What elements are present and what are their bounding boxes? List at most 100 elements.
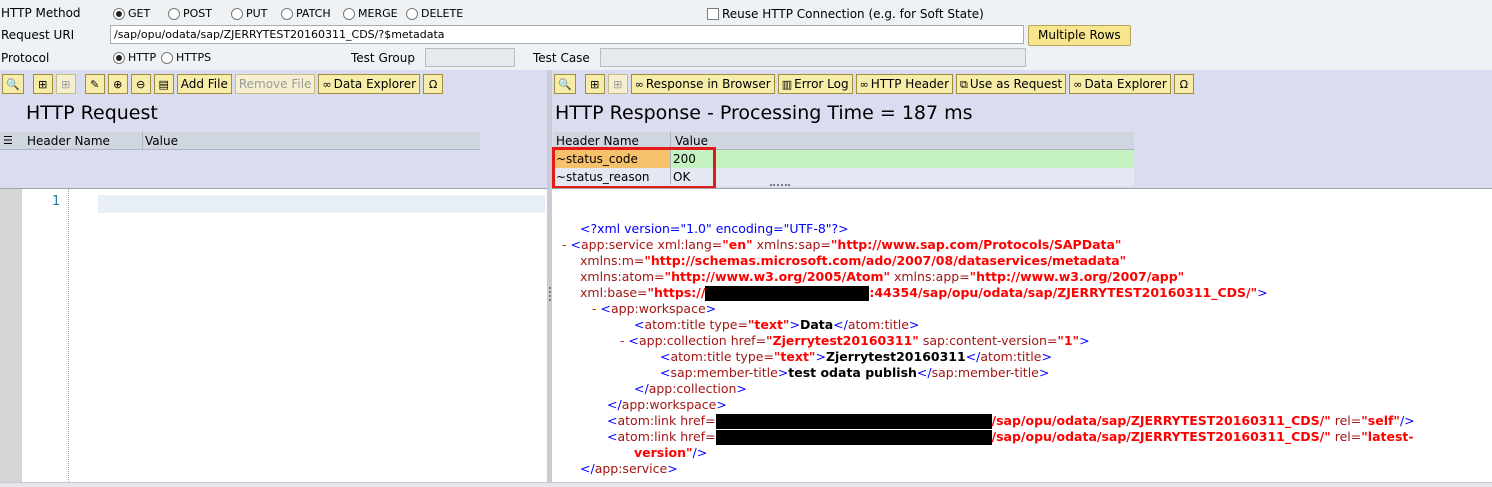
request-col-value: Value: [145, 134, 178, 148]
method-radio-patch[interactable]: PATCH: [281, 7, 331, 20]
response-find-prev-button[interactable]: ⊞: [607, 74, 628, 94]
use-as-request-button[interactable]: ⧉ Use as Request: [956, 74, 1067, 94]
glasses-icon: ∞: [1073, 77, 1083, 91]
xml-atom-link: <atom:link href=/sap/opu/odata/sap/ZJERR…: [607, 413, 1415, 429]
protocol-label: Protocol: [1, 51, 50, 65]
response-col-value: Value: [675, 134, 708, 148]
delete-button[interactable]: ⊖: [130, 74, 151, 94]
xml-collection-close: </app:collection>: [634, 381, 747, 396]
insert-icon: ⊕: [113, 77, 123, 91]
http-method-label: HTTP Method: [1, 6, 81, 20]
method-radio-put[interactable]: PUT: [231, 7, 267, 20]
request-toolbar: 🔍 ⊞ ⊞ ✎ ⊕ ⊖ ▤ Add File Remove File ∞ Data…: [2, 73, 444, 95]
xml-service-open: - <app:service xml:lang="en" xmlns:sap="…: [562, 237, 1122, 252]
request-pane: 🔍 ⊞ ⊞ ✎ ⊕ ⊖ ▤ Add File Remove File ∞ Data…: [0, 70, 547, 188]
xml-workspace-open: - <app:workspace>: [592, 301, 717, 316]
response-toolbar: 🔍 ⊞ ⊞ ∞ Response in Browser ▥ Error Log ∞ H…: [554, 73, 1194, 95]
pencil-icon: ✎: [90, 77, 100, 91]
error-log-button[interactable]: ▥ Error Log: [777, 74, 853, 94]
response-body-viewer[interactable]: <?xml version="1.0" encoding="UTF-8"?> -…: [549, 188, 1492, 483]
response-data-explorer-button[interactable]: ∞ Data Explorer: [1069, 74, 1171, 94]
grid-menu-icon[interactable]: ☰: [3, 134, 13, 147]
response-pane: 🔍 ⊞ ⊞ ∞ Response in Browser ▥ Error Log ∞ H…: [552, 70, 1492, 189]
xml-atom-title: <atom:title type="text">Zjerrytest201603…: [660, 349, 1052, 364]
test-group-label: Test Group: [351, 51, 415, 65]
xml-service-close: </app:service>: [580, 461, 678, 476]
method-radio-post[interactable]: POST: [168, 7, 212, 20]
xml-decl: <?xml version="1.0" encoding="UTF-8"?>: [580, 221, 849, 236]
edit-button[interactable]: ✎: [84, 74, 105, 94]
response-find-button[interactable]: 🔍: [554, 74, 576, 94]
request-header-grid: ☰ Header Name Value: [0, 132, 480, 150]
add-file-button[interactable]: Add File: [176, 74, 232, 94]
request-data-explorer-button[interactable]: ∞ Data Explorer: [318, 74, 421, 94]
response-header-value-cell[interactable]: OK: [671, 168, 1134, 186]
resize-handle[interactable]: [549, 287, 551, 301]
protocol-radio-https[interactable]: HTTPS: [161, 51, 211, 64]
redacted-host: [705, 286, 870, 301]
horizontal-scrollbar[interactable]: [0, 482, 1492, 487]
headset-icon: Ω: [428, 77, 438, 91]
folder-icon: ▤: [158, 77, 169, 91]
response-in-browser-button[interactable]: ∞ Response in Browser: [630, 74, 775, 94]
insert-button[interactable]: ⊕: [107, 74, 128, 94]
reuse-connection-checkbox[interactable]: Reuse HTTP Connection (e.g. for Soft Sta…: [707, 7, 984, 21]
test-case-label: Test Case: [533, 51, 590, 65]
response-find-next-button[interactable]: ⊞: [584, 74, 605, 94]
column-divider: [142, 132, 143, 150]
find-button[interactable]: 🔍: [2, 74, 24, 94]
request-uri-input[interactable]: /sap/opu/odata/sap/ZJERRYTEST20160311_CD…: [110, 25, 1024, 44]
xml-atom-link-cont: version"/>: [634, 445, 708, 460]
open-button[interactable]: ▤: [153, 74, 174, 94]
xml-service-attr: xmlns:m="http://schemas.microsoft.com/ad…: [580, 253, 1127, 268]
request-form: HTTP Method GET POST PUT PATCH MERGE DEL…: [0, 0, 1492, 70]
xml-atom-link: <atom:link href=/sap/opu/odata/sap/ZJERR…: [607, 429, 1414, 445]
copy-icon: ⧉: [960, 77, 968, 91]
request-uri-label: Request URI: [1, 28, 75, 42]
line-number-divider: [68, 189, 69, 484]
request-help-button[interactable]: Ω: [423, 74, 444, 94]
request-title: HTTP Request: [26, 102, 158, 124]
method-radio-delete[interactable]: DELETE: [406, 7, 463, 20]
line-number: 1: [52, 194, 61, 209]
radio-icon: [161, 51, 173, 64]
binoculars-icon: ⊞: [61, 77, 71, 91]
response-help-button[interactable]: Ω: [1173, 74, 1194, 94]
xml-service-attr: xmlns:atom="http://www.w3.org/2005/Atom"…: [580, 269, 1185, 284]
delete-icon: ⊖: [136, 77, 146, 91]
http-header-button[interactable]: ∞ HTTP Header: [855, 74, 953, 94]
test-case-input[interactable]: [600, 48, 1026, 67]
binoculars-icon: ⊞: [38, 77, 48, 91]
response-header-value-cell[interactable]: 200: [671, 150, 1134, 168]
editor-gutter: [0, 189, 22, 484]
current-line-highlight: [98, 195, 545, 213]
glasses-icon: ∞: [322, 77, 332, 91]
radio-icon: [406, 7, 418, 20]
find-next-button[interactable]: ⊞: [32, 74, 53, 94]
xml-member-title: <sap:member-title>test odata publish</sa…: [660, 365, 1050, 380]
protocol-radio-http[interactable]: HTTP: [113, 51, 156, 64]
response-col-header-name: Header Name: [556, 134, 639, 148]
checkbox-icon: [707, 8, 719, 20]
test-group-input[interactable]: [425, 48, 515, 67]
redacted-url: [715, 430, 992, 445]
headset-icon: Ω: [1179, 77, 1189, 91]
multiple-rows-button[interactable]: Multiple Rows: [1028, 25, 1131, 46]
highlight-box: [552, 147, 716, 189]
xml-atom-title: <atom:title type="text">Data</atom:title…: [634, 317, 920, 332]
binoculars-icon: ⊞: [613, 77, 623, 91]
radio-icon: [281, 7, 293, 20]
glasses-icon: ∞: [634, 77, 644, 91]
method-radio-merge[interactable]: MERGE: [343, 7, 398, 20]
method-radio-get[interactable]: GET: [113, 7, 150, 20]
request-body-editor[interactable]: 1: [0, 188, 547, 484]
resize-handle[interactable]: [770, 184, 790, 186]
find-prev-button[interactable]: ⊞: [55, 74, 76, 94]
radio-selected-icon: [113, 7, 125, 20]
xml-service-attr: xml:base="https://:44354/sap/opu/odata/s…: [580, 285, 1268, 301]
xml-collection-open: - <app:collection href="Zjerrytest201603…: [620, 333, 1090, 348]
binoculars-icon: ⊞: [590, 77, 600, 91]
response-title: HTTP Response - Processing Time = 187 ms: [555, 102, 973, 124]
remove-file-button[interactable]: Remove File: [234, 74, 316, 94]
glasses-icon: ∞: [859, 77, 869, 91]
